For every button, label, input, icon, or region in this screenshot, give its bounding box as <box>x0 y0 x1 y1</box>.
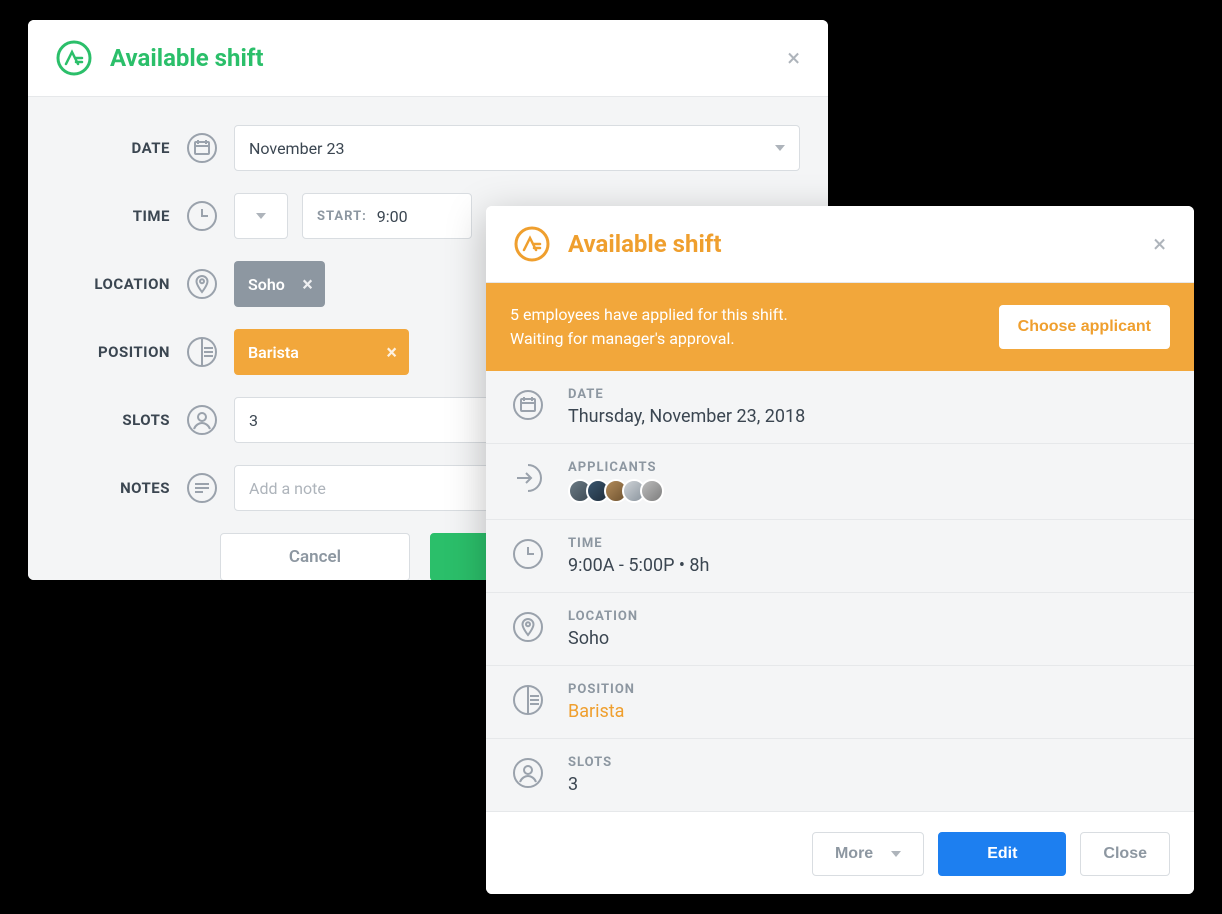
position-icon <box>184 334 220 370</box>
detail-slots-label: SLOTS <box>568 755 612 770</box>
detail-slots-value: 3 <box>568 774 612 795</box>
label-date: DATE <box>56 139 170 157</box>
date-select[interactable]: November 23 <box>234 125 800 171</box>
choose-applicant-button[interactable]: Choose applicant <box>999 305 1170 349</box>
detail-location-label: LOCATION <box>568 609 638 624</box>
label-time: TIME <box>56 207 170 225</box>
start-time-value: 9:00 <box>377 207 408 226</box>
notes-placeholder: Add a note <box>249 479 326 498</box>
detail-row-time: TIME 9:00A - 5:00P • 8h <box>486 520 1194 593</box>
choose-applicant-label: Choose applicant <box>1018 318 1151 335</box>
detail-footer: More Edit Close <box>486 811 1194 894</box>
detail-row-location: LOCATION Soho <box>486 593 1194 666</box>
remove-chip-icon[interactable]: × <box>386 340 397 364</box>
app-logo-icon <box>514 226 550 262</box>
edit-button-label: Edit <box>987 845 1017 862</box>
dialog-header: Available shift × <box>486 206 1194 283</box>
detail-row-applicants: APPLICANTS <box>486 444 1194 520</box>
chevron-down-icon <box>891 851 901 857</box>
cancel-button-label: Cancel <box>289 547 341 567</box>
start-time-input[interactable]: START: 9:00 <box>302 193 472 239</box>
banner-line1: 5 employees have applied for this shift. <box>510 303 788 327</box>
date-select-value: November 23 <box>249 139 344 158</box>
applicant-avatars[interactable] <box>568 479 664 503</box>
banner-text: 5 employees have applied for this shift.… <box>510 303 788 351</box>
position-chip[interactable]: Barista × <box>234 329 409 375</box>
close-button-label: Close <box>1103 845 1147 863</box>
location-pin-icon <box>184 266 220 302</box>
close-button[interactable]: Close <box>1080 832 1170 876</box>
detail-time-label: TIME <box>568 536 709 551</box>
location-chip-label: Soho <box>248 275 285 294</box>
position-icon <box>510 682 546 718</box>
detail-applicants-label: APPLICANTS <box>568 460 664 475</box>
more-button-label: More <box>835 845 873 863</box>
position-chip-label: Barista <box>248 343 299 362</box>
detail-row-date: DATE Thursday, November 23, 2018 <box>486 371 1194 444</box>
label-slots: SLOTS <box>56 411 170 429</box>
detail-position-value: Barista <box>568 701 635 722</box>
close-icon[interactable]: × <box>1153 232 1166 256</box>
remove-chip-icon[interactable]: × <box>302 272 313 296</box>
start-time-label: START: <box>317 209 367 224</box>
slots-value: 3 <box>249 411 258 430</box>
label-location: LOCATION <box>56 275 170 293</box>
row-date: DATE November 23 <box>56 125 800 171</box>
calendar-icon <box>184 130 220 166</box>
detail-position-label: POSITION <box>568 682 635 697</box>
dialog-title: Available shift <box>568 230 722 258</box>
arrow-in-icon <box>510 460 546 496</box>
close-icon[interactable]: × <box>787 46 800 70</box>
detail-location-value: Soho <box>568 628 638 649</box>
notes-icon <box>184 470 220 506</box>
cancel-button[interactable]: Cancel <box>220 533 410 580</box>
applicants-banner: 5 employees have applied for this shift.… <box>486 283 1194 371</box>
location-pin-icon <box>510 609 546 645</box>
time-preset-select[interactable] <box>234 193 288 239</box>
detail-row-slots: SLOTS 3 <box>486 739 1194 811</box>
edit-button[interactable]: Edit <box>938 832 1066 876</box>
detail-date-label: DATE <box>568 387 805 402</box>
shift-detail-dialog: Available shift × 5 employees have appli… <box>486 206 1194 894</box>
dialog-title: Available shift <box>110 44 264 72</box>
clock-icon <box>184 198 220 234</box>
label-notes: NOTES <box>56 479 170 497</box>
person-icon <box>510 755 546 791</box>
label-position: POSITION <box>56 343 170 361</box>
detail-body: DATE Thursday, November 23, 2018 APPLICA… <box>486 371 1194 811</box>
calendar-icon <box>510 387 546 423</box>
dialog-header: Available shift × <box>28 20 828 97</box>
person-icon <box>184 402 220 438</box>
chevron-down-icon <box>775 145 785 151</box>
more-button[interactable]: More <box>812 832 924 876</box>
detail-time-value: 9:00A - 5:00P • 8h <box>568 555 709 576</box>
detail-date-value: Thursday, November 23, 2018 <box>568 406 805 427</box>
detail-row-position: POSITION Barista <box>486 666 1194 739</box>
banner-line2: Waiting for manager's approval. <box>510 327 788 351</box>
avatar[interactable] <box>640 479 664 503</box>
app-logo-icon <box>56 40 92 76</box>
location-chip[interactable]: Soho × <box>234 261 325 307</box>
clock-icon <box>510 536 546 572</box>
chevron-down-icon <box>256 213 266 219</box>
